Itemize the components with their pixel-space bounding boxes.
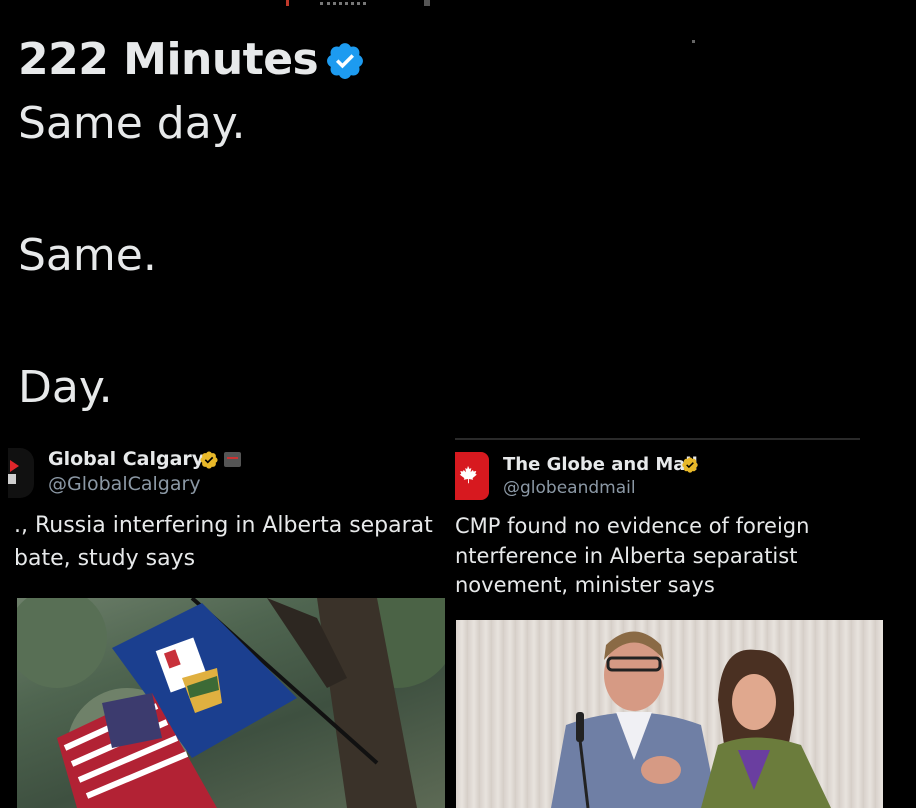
card-headline-line-1: CMP found no evidence of foreign [455, 514, 810, 538]
verified-badge-icon [327, 43, 363, 79]
verified-gold-badge-icon [200, 451, 218, 469]
card-author-handle: @globeandmail [503, 478, 636, 498]
embedded-tweet-globe-and-mail[interactable]: The Globe and Mail @globeandmail CMP fou… [455, 438, 885, 808]
avatar [8, 448, 34, 498]
flags-illustration [17, 598, 445, 808]
card-top-border [455, 438, 860, 440]
card-author-name: The Globe and Mail [503, 454, 698, 475]
card-headline-line-2: nterference in Alberta separatist [455, 544, 798, 568]
status-fragment-bar [424, 0, 430, 6]
avatar [455, 452, 489, 500]
card-author-name: Global Calgary [48, 448, 205, 470]
tweet-line-2: Same. [18, 230, 157, 281]
news-tag-icon [224, 452, 241, 467]
status-fragment-red [286, 0, 289, 6]
card-headline-line-1: ., Russia interfering in Alberta separat [14, 513, 433, 538]
card-headline-line-3: novement, minister says [455, 573, 715, 597]
card-photo-press-conference[interactable] [456, 620, 883, 808]
status-fragment-dots [320, 2, 366, 5]
author-name[interactable]: 222 Minutes [18, 34, 319, 86]
tweet-line-3: Day. [18, 362, 113, 413]
maple-leaf-icon [459, 465, 477, 484]
card-photo-flags[interactable] [17, 598, 445, 808]
press-conference-illustration [551, 631, 831, 808]
verified-gold-badge-icon [682, 457, 698, 473]
embedded-tweet-global-calgary[interactable]: Global Calgary @GlobalCalgary ., Russia … [0, 438, 445, 808]
card-author-handle: @GlobalCalgary [48, 473, 201, 495]
tweet-line-1: Same day. [18, 98, 246, 149]
stray-dot [692, 40, 695, 43]
card-headline-line-2: bate, study says [14, 546, 196, 571]
